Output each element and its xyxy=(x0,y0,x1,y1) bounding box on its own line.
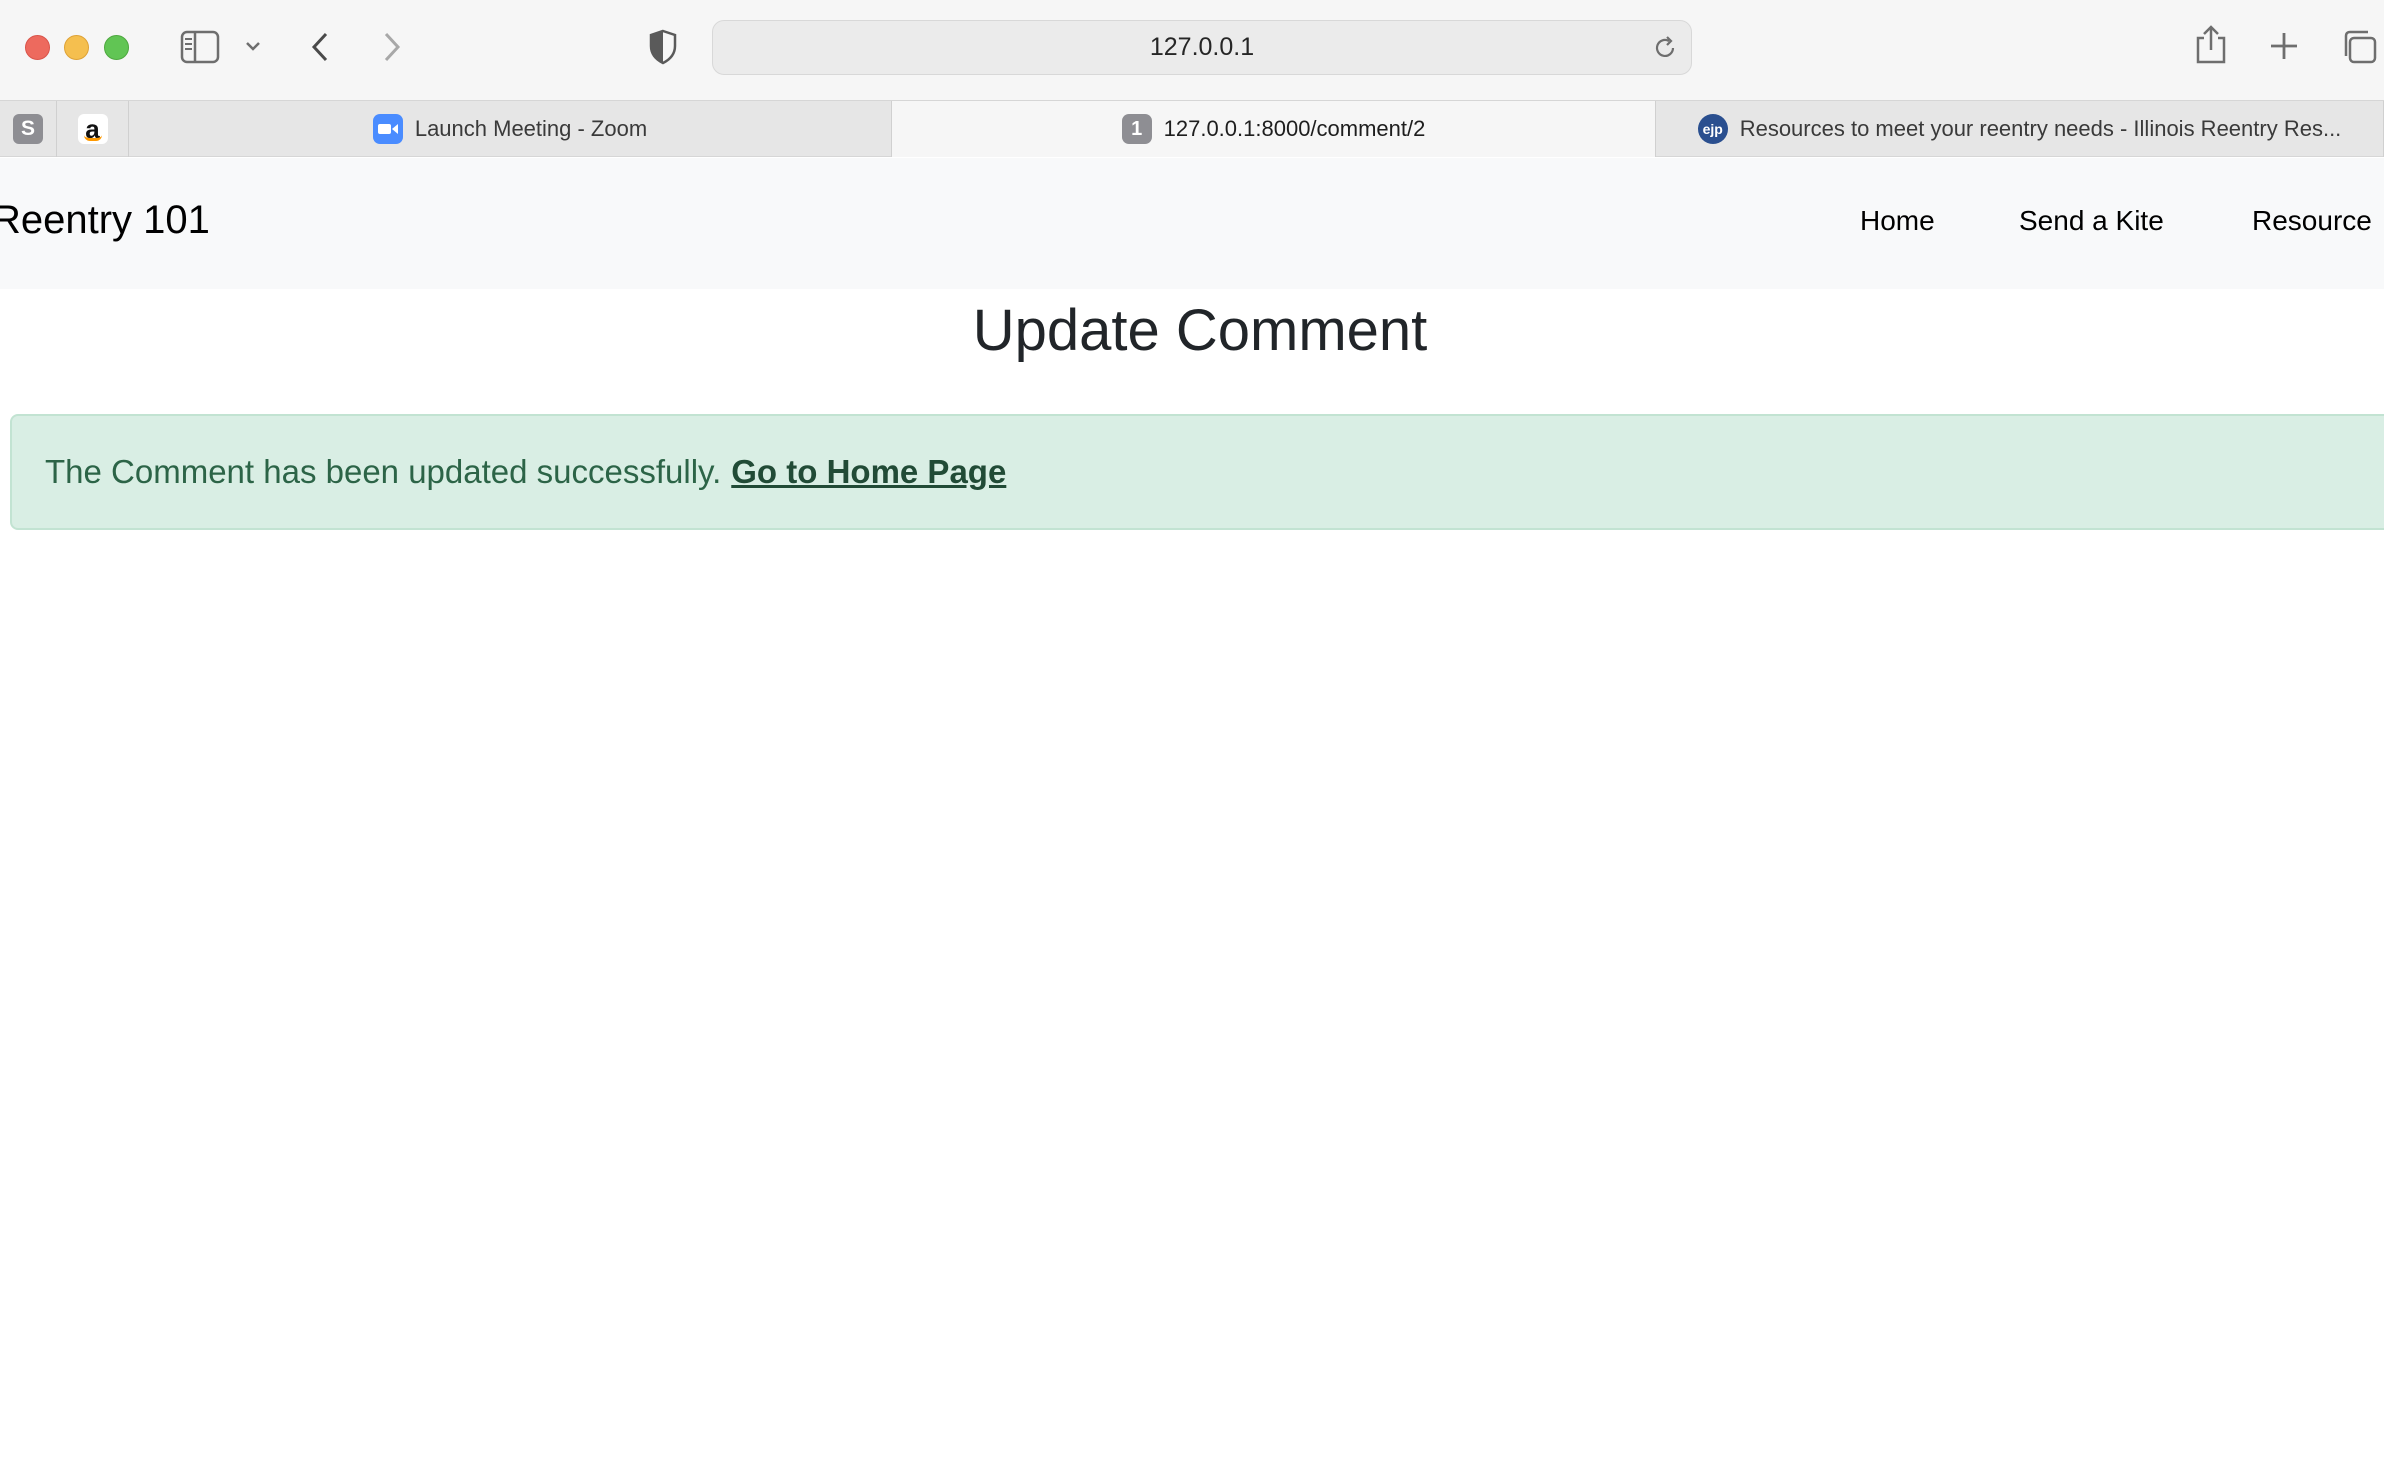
pinned-tab-amazon[interactable]: a xyxy=(57,101,129,157)
amazon-icon: a xyxy=(77,114,108,144)
back-arrow-icon[interactable] xyxy=(308,30,332,64)
nav-link-home[interactable]: Home xyxy=(1860,205,1935,237)
new-tab-plus-icon[interactable] xyxy=(2268,30,2300,62)
nav-link-send-a-kite[interactable]: Send a Kite xyxy=(2019,205,2164,237)
tab-title: Resources to meet your reentry needs - I… xyxy=(1739,116,2342,141)
number-one-favicon-icon: 1 xyxy=(1121,114,1152,144)
alert-message: The Comment has been updated successfull… xyxy=(45,453,722,490)
chevron-down-icon[interactable] xyxy=(244,40,262,52)
go-to-home-link[interactable]: Go to Home Page xyxy=(731,453,1006,491)
zoom-window-button[interactable] xyxy=(104,35,129,60)
forward-arrow-icon[interactable] xyxy=(380,30,404,64)
sidebar-toggle-icon[interactable] xyxy=(180,30,220,64)
close-window-button[interactable] xyxy=(25,35,50,60)
site-brand[interactable]: Reentry 101 xyxy=(0,198,210,243)
shield-icon[interactable] xyxy=(648,29,678,65)
success-alert: The Comment has been updated successfull… xyxy=(10,414,2384,530)
pinned-tab-s[interactable]: S xyxy=(0,101,57,157)
minimize-window-button[interactable] xyxy=(64,35,89,60)
tab-overview-icon[interactable] xyxy=(2340,28,2378,66)
nav-link-resource[interactable]: Resource xyxy=(2252,205,2372,237)
address-bar[interactable]: 127.0.0.1 xyxy=(712,20,1692,75)
tab-comment[interactable]: 1 127.0.0.1:8000/comment/2 xyxy=(892,101,1656,157)
tab-title: 127.0.0.1:8000/comment/2 xyxy=(1163,116,1426,141)
address-text: 127.0.0.1 xyxy=(1149,33,1255,61)
zoom-camera-icon xyxy=(372,114,403,144)
reload-icon[interactable] xyxy=(1651,34,1679,67)
s-pinned-icon: S xyxy=(13,114,43,144)
tab-strip: S a Launch Meeting - Zoom 1 127.0.0.1:80… xyxy=(0,100,2384,157)
page-title: Update Comment xyxy=(972,298,1428,363)
tab-reentry-resources[interactable]: ejp Resources to meet your reentry needs… xyxy=(1656,101,2384,157)
site-navbar: Reentry 101 Home Send a Kite Resource xyxy=(0,158,2384,289)
share-icon[interactable] xyxy=(2194,24,2228,66)
tab-title: Launch Meeting - Zoom xyxy=(414,116,648,141)
tab-zoom[interactable]: Launch Meeting - Zoom xyxy=(129,101,892,157)
ejp-favicon-icon: ejp xyxy=(1697,114,1728,144)
browser-toolbar: 127.0.0.1 xyxy=(0,0,2384,100)
